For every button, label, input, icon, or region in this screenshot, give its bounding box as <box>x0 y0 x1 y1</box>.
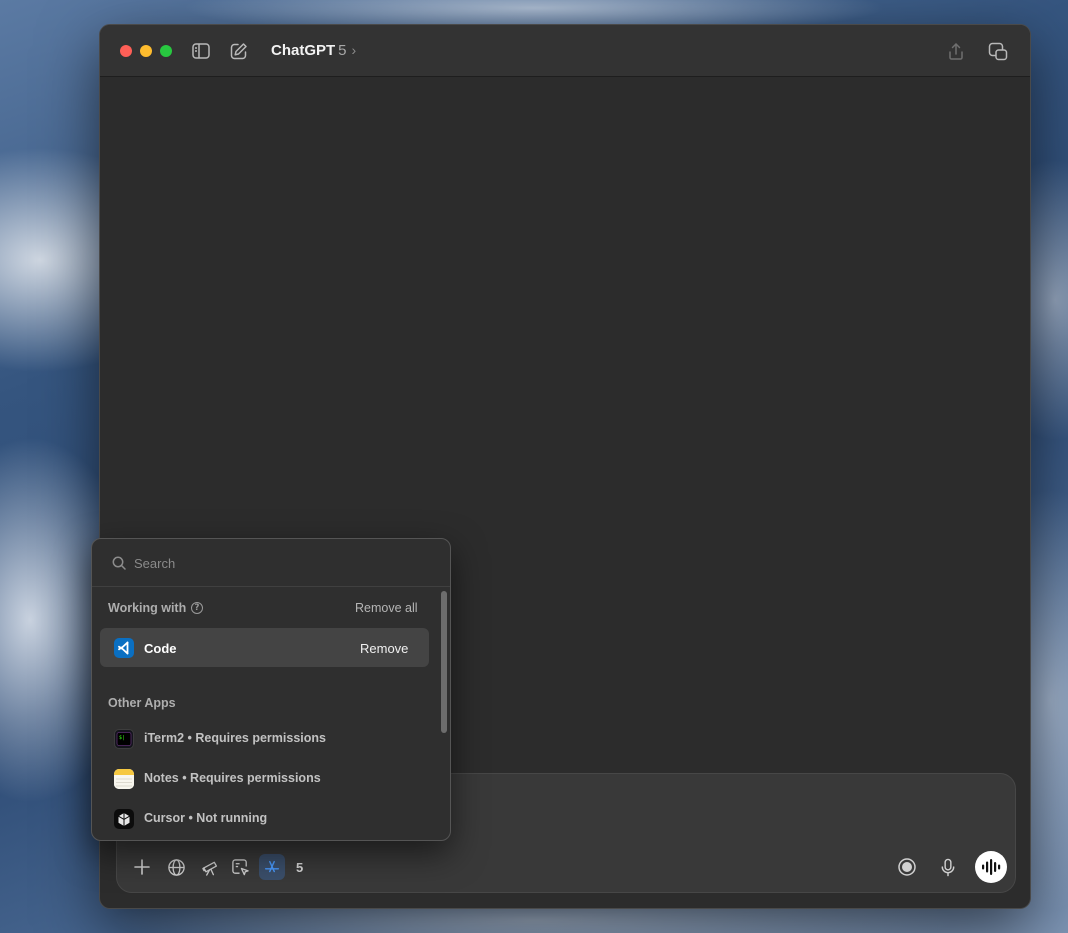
connected-apps-count: 5 <box>296 860 304 875</box>
app-title: ChatGPT <box>271 42 336 59</box>
other-app-label: iTerm2 • Requires permissions <box>144 731 326 745</box>
popover-scrollbar[interactable] <box>441 591 447 733</box>
voice-mode-button[interactable] <box>975 851 1007 883</box>
share-icon[interactable] <box>946 41 966 61</box>
other-app-label: Notes • Requires permissions <box>144 771 321 785</box>
close-window-button[interactable] <box>120 45 132 57</box>
telescope-icon[interactable] <box>197 854 223 880</box>
iterm2-icon: $| <box>114 729 134 749</box>
other-app-label: Cursor • Not running <box>144 811 268 825</box>
voice-mode-icon <box>982 859 1001 875</box>
minimize-window-button[interactable] <box>140 45 152 57</box>
model-version: 5 <box>338 42 347 59</box>
apps-icon[interactable] <box>259 854 285 880</box>
notes-icon <box>114 769 134 789</box>
help-icon[interactable]: ? <box>191 602 203 614</box>
search-input[interactable] <box>134 552 424 574</box>
zoom-window-button[interactable] <box>160 45 172 57</box>
globe-icon[interactable] <box>163 854 189 880</box>
search-icon <box>112 556 126 570</box>
remove-app-button[interactable]: Remove <box>360 641 408 656</box>
other-app-row-notes[interactable]: Notes • Requires permissions <box>92 761 437 797</box>
sidebar-toggle-icon[interactable] <box>191 41 211 61</box>
title-bar: ChatGPT 5 › <box>100 25 1030 77</box>
model-selector[interactable]: ChatGPT 5 › <box>271 42 356 59</box>
other-app-row-iterm2[interactable]: $| iTerm2 • Requires permissions <box>92 721 437 757</box>
remove-all-button[interactable]: Remove all <box>355 601 418 615</box>
vscode-icon <box>114 638 134 658</box>
popover-search-row <box>92 539 450 587</box>
working-app-row-code[interactable]: Code Remove <box>100 628 429 667</box>
svg-text:$|: $| <box>119 735 125 741</box>
compose-icon[interactable] <box>228 41 248 61</box>
microphone-icon[interactable] <box>935 854 961 880</box>
app-name: Code <box>144 641 177 656</box>
chevron-right-icon: › <box>351 42 357 58</box>
record-icon[interactable] <box>894 854 920 880</box>
plus-icon[interactable] <box>129 854 155 880</box>
other-apps-label: Other Apps <box>108 696 176 710</box>
working-with-label: Working with <box>108 601 187 615</box>
other-app-row-cursor[interactable]: Cursor • Not running <box>92 801 437 837</box>
canvas-icon[interactable] <box>227 854 253 880</box>
work-with-apps-popover: Working with ? Remove all Code Remove Ot… <box>91 538 451 841</box>
window-mode-icon[interactable] <box>988 41 1008 61</box>
cursor-app-icon <box>114 809 134 829</box>
